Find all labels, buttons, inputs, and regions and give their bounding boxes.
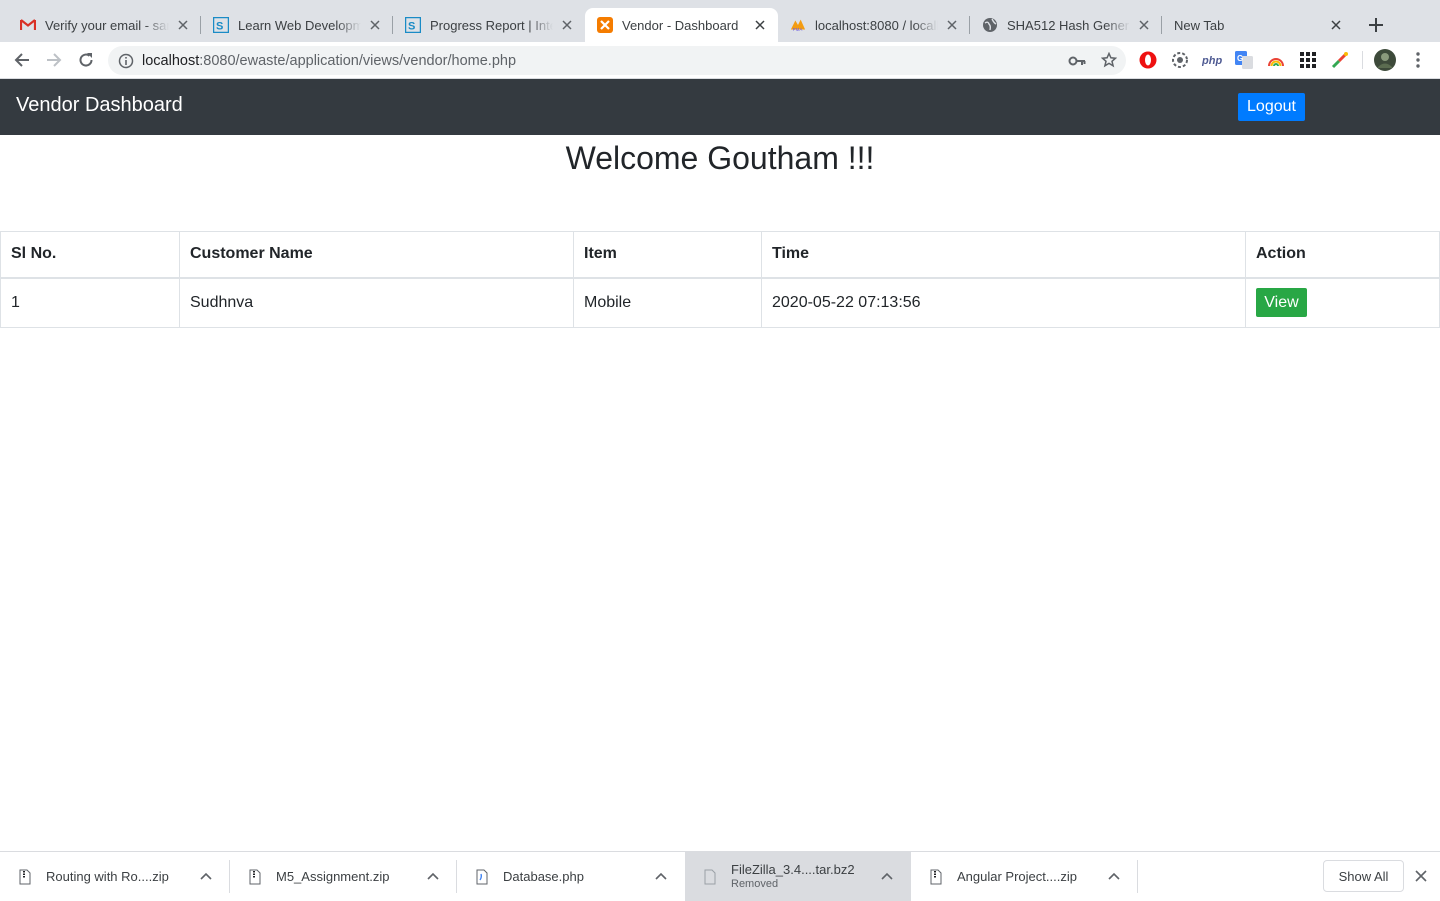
reload-icon[interactable]	[74, 48, 98, 72]
tab-learn-web-dev[interactable]: S Learn Web Development	[201, 8, 393, 42]
chevron-up-icon[interactable]	[1106, 868, 1122, 884]
close-tab-icon[interactable]	[367, 17, 383, 33]
download-filename: M5_Assignment.zip	[276, 869, 390, 884]
download-item-removed[interactable]: FileZilla_3.4....tar.bz2 Removed	[685, 852, 911, 901]
new-tab-plus-icon[interactable]	[1364, 13, 1388, 37]
rainbow-extension-icon[interactable]	[1266, 50, 1286, 70]
tab-title: New Tab	[1174, 17, 1225, 33]
forward-arrow-icon[interactable]	[42, 48, 66, 72]
more-menu-icon[interactable]	[1408, 50, 1428, 70]
tab-phpmyadmin[interactable]: PMA localhost:8080 / localhost	[778, 8, 970, 42]
settings-extension-icon[interactable]	[1170, 50, 1190, 70]
zip-file-icon	[929, 868, 943, 886]
toolbar-separator	[1362, 51, 1363, 69]
is-logo-icon: S	[405, 17, 421, 33]
file-icon	[703, 868, 717, 886]
gmail-icon	[20, 17, 36, 33]
chevron-up-icon[interactable]	[198, 868, 214, 884]
tab-sha512[interactable]: SHA512 Hash Generator	[970, 8, 1162, 42]
url-path: :8080/ewaste/application/views/vendor/ho…	[199, 52, 517, 69]
close-tab-icon[interactable]	[175, 17, 191, 33]
svg-text:S: S	[408, 21, 415, 33]
tab-title: Verify your email - sandhya	[45, 17, 169, 33]
cell-item: Mobile	[573, 277, 762, 328]
download-text: FileZilla_3.4....tar.bz2 Removed	[731, 861, 855, 891]
svg-text:G: G	[1237, 54, 1243, 63]
download-status: Removed	[731, 877, 779, 890]
php-extension-icon[interactable]: php	[1202, 50, 1226, 70]
url-text[interactable]: localhost:8080/ewaste/application/views/…	[142, 53, 516, 69]
site-info-icon[interactable]	[118, 53, 134, 69]
tab-title: SHA512 Hash Generator	[1007, 17, 1130, 33]
tab-new-tab[interactable]: New Tab	[1162, 8, 1354, 42]
close-tab-icon[interactable]	[559, 17, 575, 33]
column-header-item: Item	[573, 231, 762, 279]
is-logo-icon: S	[213, 17, 229, 33]
download-filename: FileZilla_3.4....tar.bz2	[731, 861, 855, 877]
welcome-heading: Welcome Goutham !!!	[565, 140, 875, 176]
back-arrow-icon[interactable]	[10, 48, 34, 72]
google-translate-icon[interactable]: G	[1234, 50, 1254, 70]
table-row: 1 Sudhnva Mobile 2020-05-22 07:13:56 Vie…	[0, 277, 1440, 328]
close-icon[interactable]	[1413, 868, 1429, 884]
download-item[interactable]: M5_Assignment.zip	[230, 852, 457, 901]
browser-toolbar: localhost:8080/ewaste/application/views/…	[0, 42, 1440, 79]
globe-icon	[982, 17, 998, 33]
svg-text:S: S	[216, 21, 223, 33]
column-header-customer-name: Customer Name	[179, 231, 574, 279]
download-item[interactable]: Angular Project....zip	[911, 852, 1138, 901]
chevron-up-icon[interactable]	[425, 868, 441, 884]
tab-title: Learn Web Development	[238, 17, 361, 33]
url-host: localhost	[142, 52, 200, 69]
phpmyadmin-icon: PMA	[790, 17, 806, 33]
tab-title: Vendor - Dashboard	[622, 17, 739, 33]
tab-gmail[interactable]: Verify your email - sandhya	[8, 8, 201, 42]
cell-time: 2020-05-22 07:13:56	[761, 277, 1246, 328]
cell-sl-no: 1	[0, 277, 180, 328]
logout-button[interactable]: Logout	[1238, 93, 1305, 121]
close-tab-icon[interactable]	[752, 17, 768, 33]
address-bar[interactable]: localhost:8080/ewaste/application/views/…	[108, 46, 1126, 75]
cell-customer-name: Sudhnva	[179, 277, 574, 328]
profile-avatar[interactable]	[1374, 49, 1396, 71]
column-header-sl-no: Sl No.	[0, 231, 180, 279]
tab-title: localhost:8080 / localhost	[815, 17, 938, 33]
view-button[interactable]: View	[1256, 288, 1307, 318]
tab-title: Progress Report | Internshala	[430, 17, 553, 33]
svg-text:PMA: PMA	[793, 27, 803, 32]
orders-table: Sl No. Customer Name Item Time Action 1 …	[0, 231, 1440, 328]
xampp-icon	[597, 17, 613, 33]
download-filename: Angular Project....zip	[957, 869, 1077, 884]
download-separator	[1137, 860, 1138, 893]
download-filename: Routing with Ro....zip	[46, 869, 169, 884]
close-tab-icon[interactable]	[1136, 17, 1152, 33]
apps-grid-icon[interactable]	[1298, 50, 1318, 70]
chevron-up-icon[interactable]	[653, 868, 669, 884]
browser-tab-strip: Verify your email - sandhya S Learn Web …	[0, 0, 1440, 42]
bookmark-star-icon[interactable]	[1100, 51, 1118, 69]
opera-extension-icon[interactable]	[1138, 50, 1158, 70]
show-all-downloads-button[interactable]: Show All	[1323, 860, 1404, 892]
vendor-navbar: Vendor Dashboard Logout	[0, 79, 1440, 135]
cell-action: View	[1245, 277, 1440, 328]
tab-vendor-dashboard[interactable]: Vendor - Dashboard	[585, 8, 778, 42]
close-tab-icon[interactable]	[944, 17, 960, 33]
table-header-row: Sl No. Customer Name Item Time Action	[0, 231, 1440, 279]
close-tab-icon[interactable]	[1328, 17, 1344, 33]
key-icon[interactable]	[1068, 52, 1086, 70]
color-picker-extension-icon[interactable]	[1330, 50, 1350, 70]
zip-file-icon	[18, 868, 32, 886]
column-header-action: Action	[1245, 231, 1440, 279]
download-shelf: Routing with Ro....zip M5_Assignment.zip…	[0, 851, 1440, 901]
chevron-up-icon[interactable]	[879, 868, 895, 884]
navbar-brand[interactable]: Vendor Dashboard	[16, 94, 183, 117]
download-item[interactable]: Database.php	[457, 852, 685, 901]
svg-text:php: php	[1202, 55, 1222, 66]
tab-progress-report[interactable]: S Progress Report | Internshala	[393, 8, 585, 42]
column-header-time: Time	[761, 231, 1246, 279]
download-item[interactable]: Routing with Ro....zip	[0, 852, 230, 901]
php-file-icon	[475, 868, 489, 886]
zip-file-icon	[248, 868, 262, 886]
download-filename: Database.php	[503, 869, 584, 884]
